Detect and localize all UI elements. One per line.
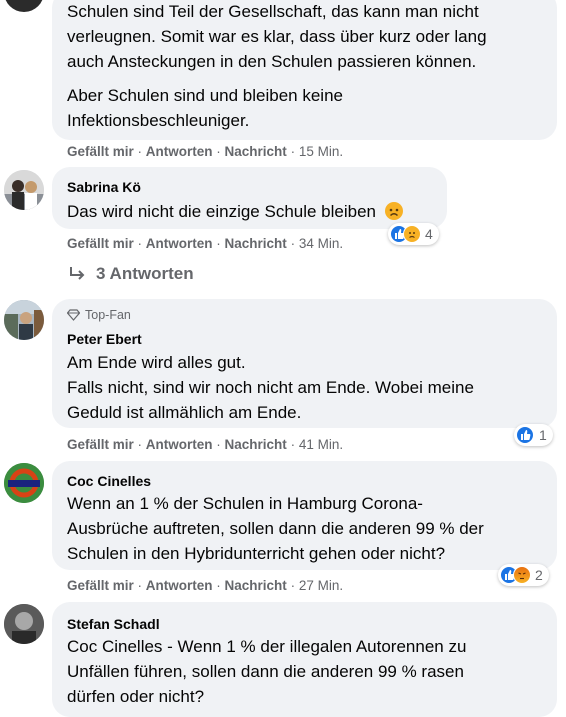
comment-text-line: dürfen oder nicht? xyxy=(67,687,205,706)
reaction-count: 4 xyxy=(425,226,433,242)
reaction-summary[interactable]: 4 xyxy=(388,223,439,245)
comment-bubble: Top-Fan Peter Ebert Am Ende wird alles g… xyxy=(52,299,557,428)
angry-reaction-icon xyxy=(513,566,531,584)
reaction-summary[interactable]: 1 xyxy=(514,424,553,446)
message-link[interactable]: Nachricht xyxy=(225,437,287,452)
comment-bubble: Sabrina Kö Das wird nicht die einzige Sc… xyxy=(52,167,447,229)
diamond-icon xyxy=(67,309,80,321)
avatar[interactable] xyxy=(4,300,44,340)
comment-actions: Gefällt mir · Antworten · Nachricht · 34… xyxy=(67,236,343,252)
comment-text-line: Schulen sind Teil der Gesellschaft, das … xyxy=(67,2,479,21)
message-link[interactable]: Nachricht xyxy=(225,578,287,593)
comment-text-line: Ausbrüche auftreten, sollen dann die and… xyxy=(67,519,484,538)
comment-text-line: Unfällen führen, sollen dann die anderen… xyxy=(67,662,464,681)
comment-text: Das wird nicht die einzige Schule bleibe… xyxy=(67,202,377,221)
separator: · xyxy=(286,144,299,159)
like-link[interactable]: Gefällt mir xyxy=(67,236,134,251)
reply-link[interactable]: Antworten xyxy=(146,144,213,159)
avatar-image xyxy=(4,463,44,503)
reaction-summary[interactable]: 2 xyxy=(498,564,549,586)
like-link[interactable]: Gefällt mir xyxy=(67,144,134,159)
timestamp[interactable]: 34 Min. xyxy=(299,236,343,251)
sad-face-emoji-icon xyxy=(384,202,403,220)
comment-actions: Gefällt mir · Antworten · Nachricht · 15… xyxy=(67,144,343,160)
separator: · xyxy=(286,578,299,593)
like-link[interactable]: Gefällt mir xyxy=(67,437,134,452)
timestamp[interactable]: 27 Min. xyxy=(299,578,343,593)
separator: · xyxy=(133,144,146,159)
message-link[interactable]: Nachricht xyxy=(225,236,287,251)
comment-text-line: Aber Schulen sind und bleiben keine xyxy=(67,86,343,105)
comment-text-line: Schulen in den Hybridunterricht gehen od… xyxy=(67,544,446,563)
comment-text-line: Das wird nicht die einzige Schule bleibe… xyxy=(67,199,403,224)
timestamp[interactable]: 41 Min. xyxy=(299,437,343,452)
separator: · xyxy=(212,437,225,452)
comment-text-line: Infektionsbeschleuniger. xyxy=(67,111,250,130)
separator: · xyxy=(212,236,225,251)
comment-author[interactable]: Peter Ebert xyxy=(67,330,142,348)
view-replies-link[interactable]: 3 Antworten xyxy=(68,264,194,284)
avatar-image xyxy=(4,170,44,210)
separator: · xyxy=(212,578,225,593)
top-fan-badge: Top-Fan xyxy=(67,308,131,322)
reply-arrow-icon xyxy=(70,267,85,280)
reply-link[interactable]: Antworten xyxy=(146,437,213,452)
avatar[interactable] xyxy=(4,170,44,210)
reply-link[interactable]: Antworten xyxy=(146,236,213,251)
comment-author[interactable]: Stefan Schadl xyxy=(67,615,160,633)
comment-actions: Gefällt mir · Antworten · Nachricht · 27… xyxy=(67,578,343,594)
comment-author[interactable]: Sabrina Kö xyxy=(67,178,141,196)
reaction-count: 2 xyxy=(535,567,543,583)
timestamp[interactable]: 15 Min. xyxy=(299,144,343,159)
message-link[interactable]: Nachricht xyxy=(225,144,287,159)
like-reaction-icon xyxy=(516,426,534,444)
separator: · xyxy=(286,437,299,452)
comment-bubble: Coc Cinelles Wenn an 1 % der Schulen in … xyxy=(52,461,557,570)
comment-text-line: Geduld ist allmählich am Ende. xyxy=(67,403,302,422)
comment-actions: Gefällt mir · Antworten · Nachricht · 41… xyxy=(67,437,343,453)
separator: · xyxy=(133,578,146,593)
comment-text-line: Falls nicht, sind wir noch nicht am Ende… xyxy=(67,378,474,397)
like-link[interactable]: Gefällt mir xyxy=(67,578,134,593)
comment-text-line: verleugnen. Somit war es klar, dass über… xyxy=(67,27,487,46)
reply-link[interactable]: Antworten xyxy=(146,578,213,593)
avatar[interactable] xyxy=(4,0,44,12)
separator: · xyxy=(133,236,146,251)
comment-text-line: Coc Cinelles - Wenn 1 % der illegalen Au… xyxy=(67,637,467,656)
avatar-image xyxy=(4,300,44,340)
comment-bubble: Schulen sind Teil der Gesellschaft, das … xyxy=(52,0,557,140)
comment-author[interactable]: Coc Cinelles xyxy=(67,472,151,490)
comment-bubble: Stefan Schadl Coc Cinelles - Wenn 1 % de… xyxy=(52,602,557,717)
comment-text-line: Am Ende wird alles gut. xyxy=(67,353,246,372)
comment-text-line: auch Ansteckungen in den Schulen passier… xyxy=(67,52,477,71)
separator: · xyxy=(286,236,299,251)
replies-label: 3 Antworten xyxy=(96,264,194,283)
avatar[interactable] xyxy=(4,463,44,503)
avatar-image xyxy=(4,604,44,644)
sad-reaction-icon xyxy=(403,225,421,243)
reaction-count: 1 xyxy=(539,427,547,443)
badge-label: Top-Fan xyxy=(85,308,131,322)
avatar[interactable] xyxy=(4,604,44,644)
comment-text-line: Wenn an 1 % der Schulen in Hamburg Coron… xyxy=(67,494,423,513)
separator: · xyxy=(212,144,225,159)
separator: · xyxy=(133,437,146,452)
